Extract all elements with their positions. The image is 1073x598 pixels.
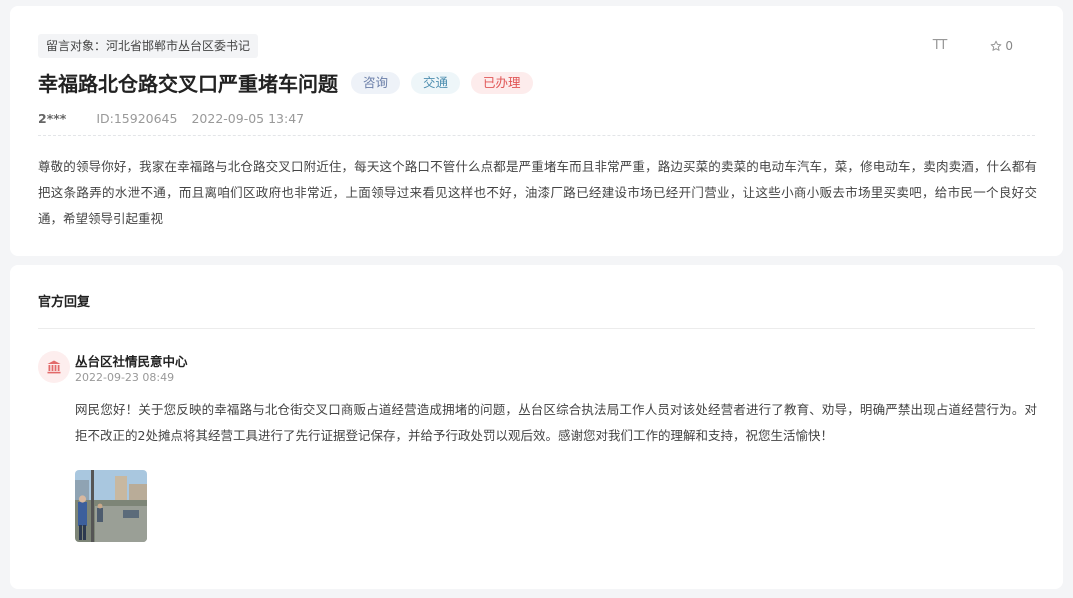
category-badge: 交通 <box>411 71 461 94</box>
question-meta: 2*** ID:15920645 2022-09-05 13:47 <box>38 111 304 126</box>
post-time: 2022-09-05 13:47 <box>191 111 305 126</box>
reply-heading: 官方回复 <box>38 295 91 310</box>
avatar <box>38 351 70 383</box>
favorite-button[interactable]: 0 <box>990 39 1013 53</box>
type-badge: 咨询 <box>351 71 401 94</box>
question-card: 留言对象：河北省邯郸市丛台区委书记 TT 0 幸福路北仓路交叉口严重堵车问题 咨… <box>10 6 1063 256</box>
reply-content: 网民您好！关于您反映的幸福路与北仓街交叉口商贩占道经营造成拥堵的问题，丛台区综合… <box>75 402 1037 443</box>
reply-photo-thumbnail[interactable] <box>75 470 147 542</box>
divider <box>38 328 1035 329</box>
star-outline-icon <box>991 40 1002 51</box>
favorite-count: 0 <box>1005 38 1013 53</box>
title-row: 幸福路北仓路交叉口严重堵车问题 咨询 交通 已办理 <box>38 68 533 97</box>
message-id: ID:15920645 <box>96 111 178 126</box>
reply-time: 2022-09-23 08:49 <box>75 371 175 384</box>
photo-image <box>75 470 147 542</box>
message-target-tag: 留言对象：河北省邯郸市丛台区委书记 <box>38 34 259 58</box>
font-size-icon[interactable]: TT <box>933 38 948 53</box>
government-building-icon <box>47 360 61 374</box>
page-title: 幸福路北仓路交叉口严重堵车问题 <box>38 72 338 96</box>
reply-card: 官方回复 丛台区社情民意中心 2022-09-23 08:49 网民您好！关于您… <box>10 265 1063 589</box>
author-name: 2*** <box>38 111 67 126</box>
question-content: 尊敬的领导你好，我家在幸福路与北仓路交叉口附近住，每天这个路口不管什么点都是严重… <box>38 159 1037 226</box>
status-badge: 已办理 <box>471 71 533 94</box>
divider <box>38 135 1035 136</box>
reply-org-name: 丛台区社情民意中心 <box>75 354 188 369</box>
question-toolbar: TT 0 <box>933 38 1013 53</box>
